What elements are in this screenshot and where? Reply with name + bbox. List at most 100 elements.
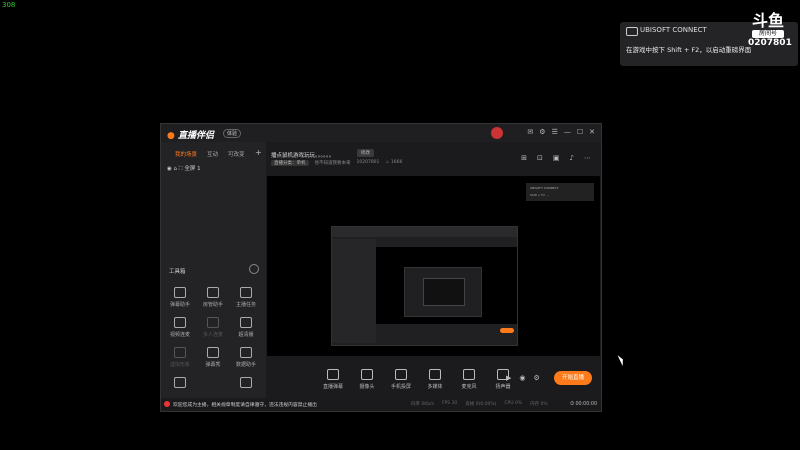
- controller-icon: [626, 27, 638, 36]
- maximize-icon[interactable]: ☐: [577, 128, 583, 136]
- tv-icon: [207, 347, 219, 358]
- tool-label: 超清播: [238, 332, 254, 338]
- share-screen-icon[interactable]: ▣: [553, 154, 560, 162]
- chart-icon: [240, 347, 252, 358]
- version-badge[interactable]: 体验: [223, 129, 242, 138]
- minimize-icon[interactable]: —: [564, 128, 571, 136]
- control-label: 手机投屏: [390, 384, 411, 390]
- tool-label: 数据助手: [235, 362, 256, 368]
- stat-cpu: CPU 0%: [504, 401, 523, 406]
- app-logo-text: 直播伴侣: [178, 131, 215, 141]
- add-scene-icon[interactable]: +: [255, 148, 262, 157]
- scene-tabs: 我的场景 互动 可改变: [175, 150, 245, 158]
- record-icon[interactable]: ▶: [506, 374, 511, 382]
- stat-memory: 内存 0%: [530, 402, 548, 407]
- scene-item[interactable]: ◉ ⌂ ⛶ 全屏 1: [167, 164, 201, 173]
- menu-icon[interactable]: ☰: [552, 128, 558, 136]
- avatar-icon: [174, 347, 186, 358]
- phone-icon: [395, 369, 407, 380]
- eye-icon[interactable]: ◉: [519, 374, 525, 382]
- control-label: 麦克风: [461, 384, 477, 390]
- nested-preview-3: [423, 278, 465, 306]
- tool-virtual-avatar[interactable]: 虚拟形象: [163, 347, 197, 368]
- tool-danmu-show[interactable]: 弹幕秀: [196, 347, 230, 368]
- tab-changeable[interactable]: 可改变: [228, 150, 245, 158]
- message-icon[interactable]: ✉: [527, 128, 533, 136]
- douyu-logo: 斗鱼: [751, 11, 784, 30]
- meta-room-id: 10207801: [356, 160, 380, 165]
- edit-title-button[interactable]: 修改: [357, 149, 374, 157]
- live-meta: 直播分类：单机 他不知道我要本来 10207801 ♨ 1666: [271, 160, 402, 166]
- douyu-watermark: 斗鱼 房间号 0207801: [748, 11, 792, 60]
- extra-controls: ▶ ◉ ⚙: [506, 374, 540, 382]
- category-chip[interactable]: 直播分类：单机: [271, 160, 309, 166]
- tool-triangle[interactable]: [229, 377, 263, 391]
- lock-icon[interactable]: ⊡: [537, 154, 543, 162]
- control-label: 摄像头: [359, 384, 375, 390]
- control-label: 扬声器: [495, 384, 511, 390]
- microphone-button[interactable]: 麦克风: [457, 369, 481, 390]
- nested-titlebar: [332, 227, 517, 237]
- tool-video-link[interactable]: 视频连麦: [163, 317, 197, 338]
- bag-icon: [240, 287, 252, 298]
- camera-button[interactable]: 摄像头: [355, 369, 379, 390]
- tool-streamer-task[interactable]: 主播任务: [229, 287, 263, 308]
- multimedia-button[interactable]: 多媒体: [423, 369, 447, 390]
- tool-pk[interactable]: [163, 377, 197, 391]
- window-controls: ✉ ⚙ ☰ — ☐ ✕: [527, 128, 595, 136]
- stat-bitrate: 码率 0Kb/s: [411, 402, 434, 407]
- title-bar: ● 直播伴侣 体验 ✉ ⚙ ☰ — ☐ ✕: [161, 124, 601, 142]
- tab-interact[interactable]: 互动: [207, 150, 218, 158]
- preview-notif-line2: Shift + F2 ...: [530, 193, 549, 197]
- image-icon: [240, 317, 252, 328]
- tool-hd-stream[interactable]: 超清播: [229, 317, 263, 338]
- settings-icon[interactable]: ⚙: [539, 128, 545, 136]
- live-timer: ⏱ 00:00:00: [570, 402, 597, 407]
- share-icon[interactable]: ⋯: [584, 154, 591, 162]
- stream-preview[interactable]: UBISOFT CONNECT Shift + F2 ...: [267, 176, 600, 356]
- live-danmu-button[interactable]: 直播弹幕: [321, 369, 345, 390]
- settings-gear-icon[interactable]: ⚙: [534, 374, 540, 382]
- gift-icon[interactable]: ⊞: [521, 154, 527, 162]
- microphone-icon: [463, 369, 475, 380]
- hot-count: ♨ 1666: [385, 160, 403, 165]
- warning-icon: [164, 401, 170, 407]
- nested-left-panel: [332, 239, 376, 343]
- tool-multi-link[interactable]: 多人连麦: [196, 317, 230, 338]
- chat-icon: [174, 287, 186, 298]
- nested-preview-area: [376, 247, 517, 324]
- tool-label: 视频连麦: [169, 332, 190, 338]
- control-label: 直播弹幕: [322, 384, 343, 390]
- close-icon[interactable]: ✕: [589, 128, 595, 136]
- nested-start-button: [500, 328, 514, 333]
- control-label: 多媒体: [427, 384, 443, 390]
- tab-my-scenes[interactable]: 我的场景: [175, 150, 197, 158]
- tool-label: 虚拟形象: [169, 362, 190, 368]
- scene-item-label: 全屏 1: [184, 166, 201, 172]
- tool-data-helper[interactable]: 数据助手: [229, 347, 263, 368]
- nested-preview-2: [404, 267, 482, 317]
- preview-notif-line1: UBISOFT CONNECT: [530, 186, 559, 190]
- mouse-cursor-icon: [617, 353, 626, 367]
- tool-label: 房管助手: [202, 302, 223, 308]
- streamer-name: 他不知道我要本来: [314, 161, 351, 166]
- phone-cast-button[interactable]: 手机投屏: [389, 369, 413, 390]
- room-label: 房间号: [752, 30, 784, 38]
- avatar[interactable]: [491, 127, 503, 139]
- tool-label: 主播任务: [235, 302, 256, 308]
- live-title[interactable]: 播点鼠机游戏玩玩。。。。。。: [271, 151, 334, 159]
- hot-value: 1666: [390, 160, 403, 165]
- bottom-controls: 直播弹幕 摄像头 手机投屏 多媒体 麦克风 扬声器: [321, 369, 515, 390]
- tools-more-icon[interactable]: [249, 264, 259, 274]
- bell-icon[interactable]: ♪: [570, 154, 574, 162]
- tool-danmu-helper[interactable]: 弹幕助手: [163, 287, 197, 308]
- app-logo: ● 直播伴侣: [167, 131, 215, 141]
- status-bar: 欢迎您成为主播，相关规章制度请自律遵守，违法违规内容禁止播出 码率 0Kb/s …: [161, 398, 601, 411]
- tool-label: 弹幕助手: [169, 302, 190, 308]
- tool-room-admin[interactable]: 房管助手: [196, 287, 230, 308]
- notification-brand: UBISOFT CONNECT: [640, 26, 707, 34]
- preview-notification: UBISOFT CONNECT Shift + F2 ...: [526, 183, 594, 201]
- start-live-button[interactable]: 开始直播: [554, 371, 592, 385]
- status-message: 欢迎您成为主播，相关规章制度请自律遵守，违法违规内容禁止播出: [173, 403, 317, 408]
- fps-counter: 308: [2, 1, 16, 9]
